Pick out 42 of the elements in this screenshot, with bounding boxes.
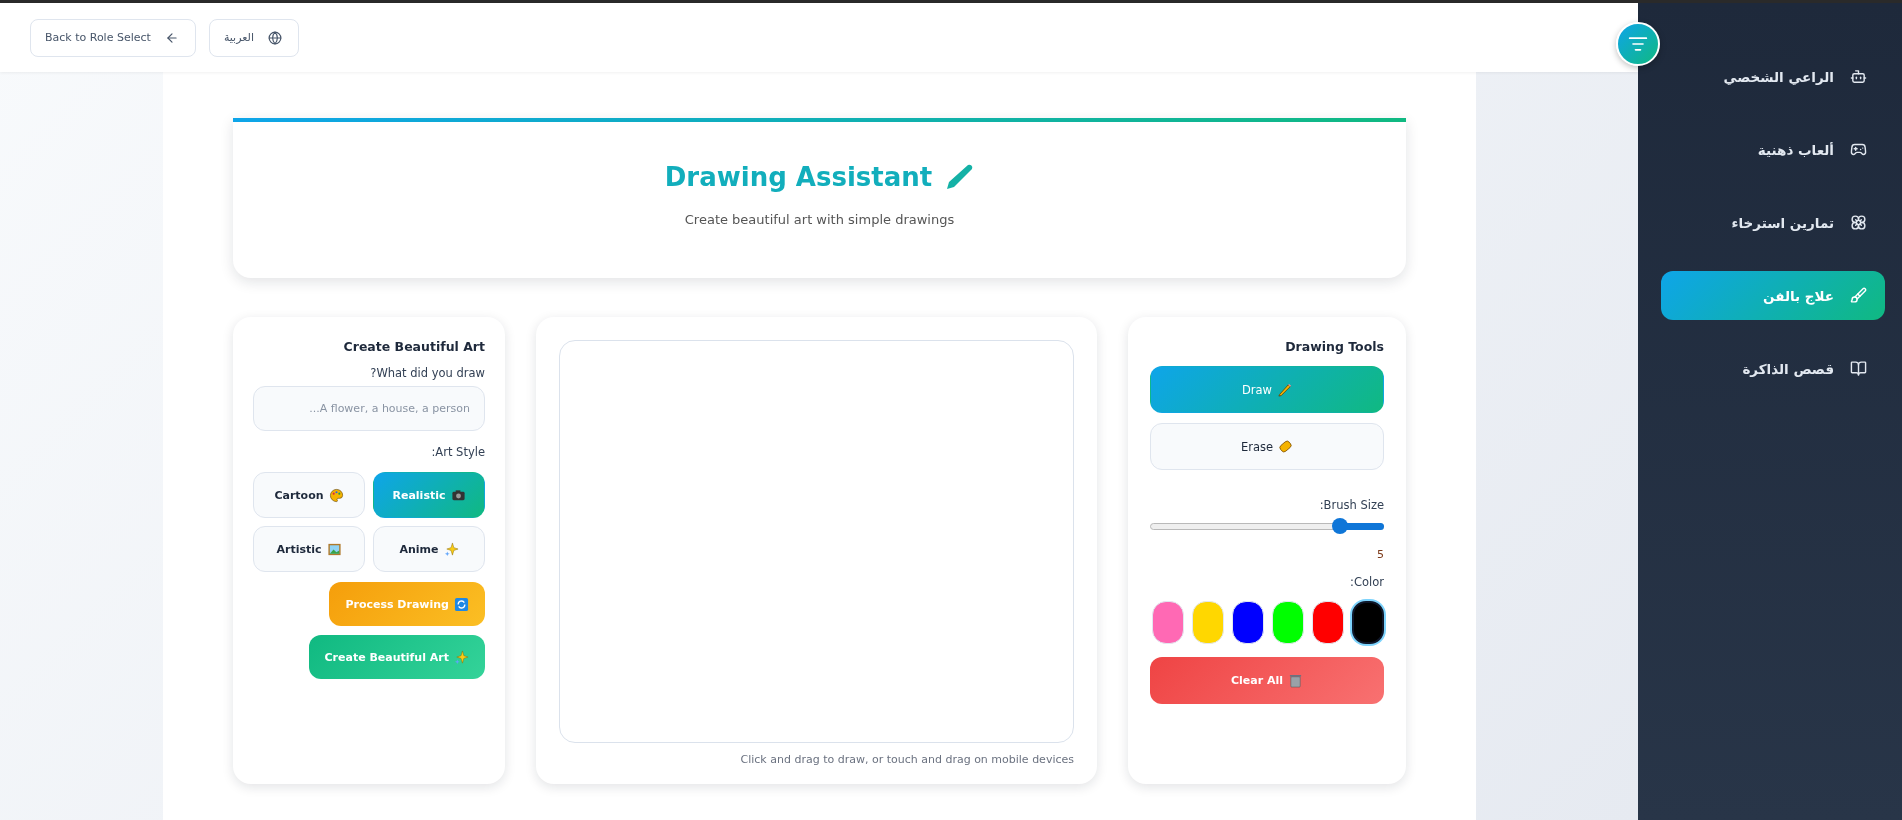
pencil-icon — [944, 162, 975, 192]
color-swatch[interactable] — [1352, 601, 1384, 644]
brush-size-slider[interactable] — [1150, 518, 1384, 534]
camera-icon — [450, 487, 466, 503]
menu-icon — [1628, 34, 1648, 54]
slider-thumb[interactable] — [1331, 518, 1348, 534]
sidebar-item[interactable]: قصص الذاكرة — [1661, 344, 1885, 393]
field-label: Brush Size: — [1318, 498, 1384, 512]
brush-size-value: 5 — [1376, 548, 1384, 561]
sidebar-item-icon — [1850, 360, 1867, 377]
art-style-button[interactable]: Cartoon — [253, 472, 365, 518]
field-label: What did you draw? — [369, 366, 485, 380]
sparkles-icon — [454, 649, 469, 665]
sidebar-item-icon — [1850, 214, 1867, 231]
menu-button[interactable] — [1616, 22, 1660, 66]
sidebar-item-icon — [1850, 68, 1867, 85]
trash-icon — [1288, 673, 1303, 688]
panel-title: Drawing Tools — [1284, 339, 1384, 354]
panel-title: Create Beautiful Art — [342, 339, 485, 354]
palette-icon — [328, 487, 344, 503]
arrow-left-icon — [164, 30, 179, 45]
page-title: Drawing Assistant — [664, 162, 933, 192]
page-subtitle: Create beautiful art with simple drawings — [684, 212, 955, 227]
sidebar-item-icon — [1850, 287, 1867, 304]
sparkles-icon — [443, 541, 459, 557]
canvas-hint: Click and drag to draw, or touch and drag on mobile devices — [739, 753, 1074, 766]
field-label: Art Style: — [430, 445, 485, 459]
sidebar-item[interactable]: الراعي الشخصي — [1661, 52, 1885, 101]
drawing-description-field[interactable]: A flower, a house, a person... — [253, 386, 485, 431]
pencil-icon — [1277, 382, 1292, 397]
back-button[interactable]: Back to Role Select — [30, 18, 196, 57]
sidebar-item[interactable]: تمارين استرخاء — [1661, 198, 1885, 247]
sidebar-item[interactable]: ألعاب ذهنية — [1661, 125, 1885, 174]
globe-icon — [267, 30, 282, 45]
art-style-button[interactable]: Artistic — [253, 526, 365, 572]
framed-picture-icon — [326, 541, 342, 557]
field-label: Color: — [1349, 575, 1384, 589]
sidebar-item-icon — [1850, 141, 1867, 158]
refresh-icon — [454, 596, 469, 612]
art-style-button[interactable]: Anime — [373, 526, 485, 572]
tool-button[interactable]: Erase — [1150, 423, 1384, 470]
language-button[interactable]: العربية — [208, 18, 299, 57]
